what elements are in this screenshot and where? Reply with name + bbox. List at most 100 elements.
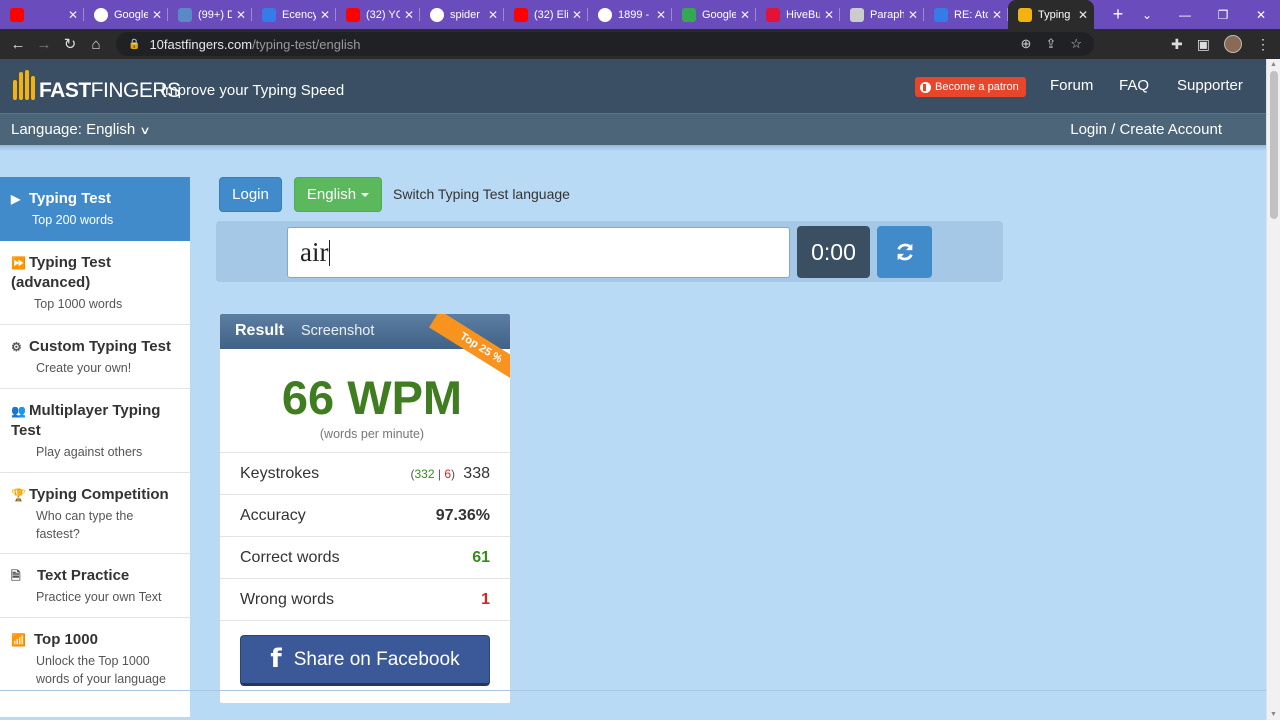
tab-close-icon[interactable]: ✕ xyxy=(236,8,246,22)
accuracy-label: Accuracy xyxy=(240,507,306,524)
sidebar-item-custom-typing-test[interactable]: ⚙ Custom Typing Test Create your own! xyxy=(0,325,190,389)
close-window-icon[interactable]: ✕ xyxy=(1242,8,1280,22)
sidebar-item-text-practice[interactable]: 🗎 Text Practice Practice your own Text xyxy=(0,554,190,618)
sidebar-item-label: Custom Typing Test xyxy=(29,338,171,355)
browser-tab[interactable]: Ecency ✕ xyxy=(252,0,336,29)
nav-forum-link[interactable]: Forum xyxy=(1050,77,1093,94)
page-scrollbar[interactable]: ▲ ▼ xyxy=(1266,59,1280,720)
keystrokes-correct: 332 xyxy=(414,467,435,481)
maximize-icon[interactable]: ❐ xyxy=(1204,8,1242,22)
tab-close-icon[interactable]: ✕ xyxy=(320,8,330,22)
patreon-icon xyxy=(920,81,931,93)
hand-logo-icon xyxy=(11,68,37,106)
lock-icon[interactable]: 🔒 xyxy=(128,39,140,50)
browser-tab-active[interactable]: Typing ✕ xyxy=(1008,0,1094,29)
bookmark-star-icon[interactable]: ☆ xyxy=(1070,36,1082,52)
restart-button[interactable] xyxy=(877,226,932,278)
zoom-icon[interactable]: ⊕ xyxy=(1021,36,1032,52)
browser-tab[interactable]: Paraph ✕ xyxy=(840,0,924,29)
language-dropdown-button[interactable]: English xyxy=(294,177,382,212)
sidebar-item-title-row: 🏆 Typing Competition xyxy=(11,485,190,505)
sidebar-item-label: Text Practice xyxy=(37,567,130,584)
tab-close-icon[interactable]: ✕ xyxy=(572,8,582,22)
sidebar-item-label: Top 1000 xyxy=(34,631,98,648)
nav-supporter-link[interactable]: Supporter xyxy=(1177,77,1243,94)
tab-close-icon[interactable]: ✕ xyxy=(740,8,750,22)
tab-search-icon[interactable]: ⌄ xyxy=(1128,8,1166,22)
keystrokes-wrong: 6 xyxy=(444,467,451,481)
sidebar-item-top-1000[interactable]: 📶 Top 1000 Unlock the Top 1000 words of y… xyxy=(0,618,190,696)
browser-tab[interactable]: (32) Eli ✕ xyxy=(504,0,588,29)
browser-tab[interactable]: HiveBu ✕ xyxy=(756,0,840,29)
browser-tab[interactable]: Google ✕ xyxy=(672,0,756,29)
reload-icon[interactable]: ↻ xyxy=(57,35,83,53)
logo-text-bold: FAST xyxy=(39,79,91,102)
new-tab-icon[interactable]: + xyxy=(1108,4,1128,25)
sidebar-item-multiplayer[interactable]: 👥 Multiplayer Typing Test Play against ot… xyxy=(0,389,190,473)
sidebar-item-title-row: 📶 Top 1000 xyxy=(11,630,190,650)
home-icon[interactable]: ⌂ xyxy=(83,36,109,53)
language-selector[interactable]: Language: English ∨ xyxy=(11,121,151,138)
switch-language-label: Switch Typing Test language xyxy=(393,186,570,202)
url-field[interactable]: 🔒 10fastfingers.com/typing-test/english … xyxy=(116,32,1094,56)
browser-tab[interactable]: (99+) D ✕ xyxy=(168,0,252,29)
minimize-icon[interactable]: — xyxy=(1166,8,1204,22)
language-label: Language: English xyxy=(11,121,136,138)
sidebar-item-typing-competition[interactable]: 🏆 Typing Competition Who can type the fas… xyxy=(0,473,190,554)
sidebar-item-typing-test[interactable]: ▶ Typing Test Top 200 words xyxy=(0,177,190,241)
browser-tab[interactable]: spider ✕ xyxy=(420,0,504,29)
browser-tab[interactable]: 1899 - ✕ xyxy=(588,0,672,29)
site-logo[interactable]: FASTFINGERS xyxy=(11,67,181,107)
site-tagline: Improve your Typing Speed xyxy=(161,82,345,99)
youtube-icon xyxy=(514,7,528,22)
patron-label: Become a patron xyxy=(935,81,1019,93)
caret-down-icon xyxy=(361,192,370,197)
sidebar-item-typing-test-advanced[interactable]: ⏩ Typing Test (advanced) Top 1000 words xyxy=(0,241,190,325)
share-icon[interactable]: ⇪ xyxy=(1045,36,1056,52)
extensions-icon[interactable]: ✚ xyxy=(1171,36,1183,53)
tab-close-icon[interactable]: ✕ xyxy=(1078,8,1088,22)
share-facebook-button[interactable]: f Share on Facebook xyxy=(240,635,490,686)
tab-close-icon[interactable]: ✕ xyxy=(992,8,1002,22)
become-patron-button[interactable]: Become a patron xyxy=(915,77,1026,97)
menu-icon[interactable]: ⋮ xyxy=(1256,36,1270,53)
pen-icon xyxy=(850,7,864,22)
tab-close-icon[interactable]: ✕ xyxy=(404,8,414,22)
login-create-account-link[interactable]: Login / Create Account xyxy=(1070,121,1222,138)
browser-tab[interactable]: Google ✕ xyxy=(84,0,168,29)
profile-avatar[interactable] xyxy=(1224,35,1242,53)
sidebar-item-sublabel: Who can type the fastest? xyxy=(36,509,134,541)
tab-close-icon[interactable]: ✕ xyxy=(908,8,918,22)
language-bar: Language: English ∨ Login / Create Accoun… xyxy=(0,113,1266,145)
tab-close-icon[interactable]: ✕ xyxy=(824,8,834,22)
screenshot-link[interactable]: Screenshot xyxy=(301,323,374,339)
tab-close-icon[interactable]: ✕ xyxy=(656,8,666,22)
tab-close-icon[interactable]: ✕ xyxy=(152,8,162,22)
typing-input-value: air xyxy=(300,237,329,267)
scroll-down-icon[interactable]: ▼ xyxy=(1270,711,1277,718)
accuracy-value: 97.36% xyxy=(435,507,490,524)
tab-close-icon[interactable]: ✕ xyxy=(488,8,498,22)
browser-tab[interactable]: RE: Atc ✕ xyxy=(924,0,1008,29)
forward-icon[interactable]: → xyxy=(31,36,57,53)
scroll-up-icon[interactable]: ▲ xyxy=(1270,61,1277,68)
back-icon[interactable]: ← xyxy=(5,36,31,53)
nav-faq-link[interactable]: FAQ xyxy=(1119,77,1149,94)
side-panel-icon[interactable]: ▣ xyxy=(1197,36,1210,53)
browser-tab[interactable]: (32) YC ✕ xyxy=(336,0,420,29)
login-button[interactable]: Login xyxy=(219,177,282,212)
browser-tab[interactable]: ✕ xyxy=(0,0,84,29)
users-icon: 👥 xyxy=(11,404,26,418)
typing-input[interactable]: air xyxy=(287,227,790,278)
result-title: Result xyxy=(235,322,284,339)
tab-close-icon[interactable]: ✕ xyxy=(68,8,78,22)
document-icon: 🗎 xyxy=(11,569,21,583)
youtube-icon xyxy=(346,7,360,22)
scrollbar-thumb[interactable] xyxy=(1270,71,1278,219)
trophy-icon: 🏆 xyxy=(11,488,26,502)
sidebar-item-sublabel: Unlock the Top 1000 words of your langua… xyxy=(36,654,166,686)
10fastfingers-icon xyxy=(1018,7,1032,22)
ecency-icon xyxy=(934,7,948,22)
sidebar-item-sublabel: Create your own! xyxy=(36,361,132,375)
omnibox-actions: ⊕ ⇪ ☆ xyxy=(1021,32,1082,56)
